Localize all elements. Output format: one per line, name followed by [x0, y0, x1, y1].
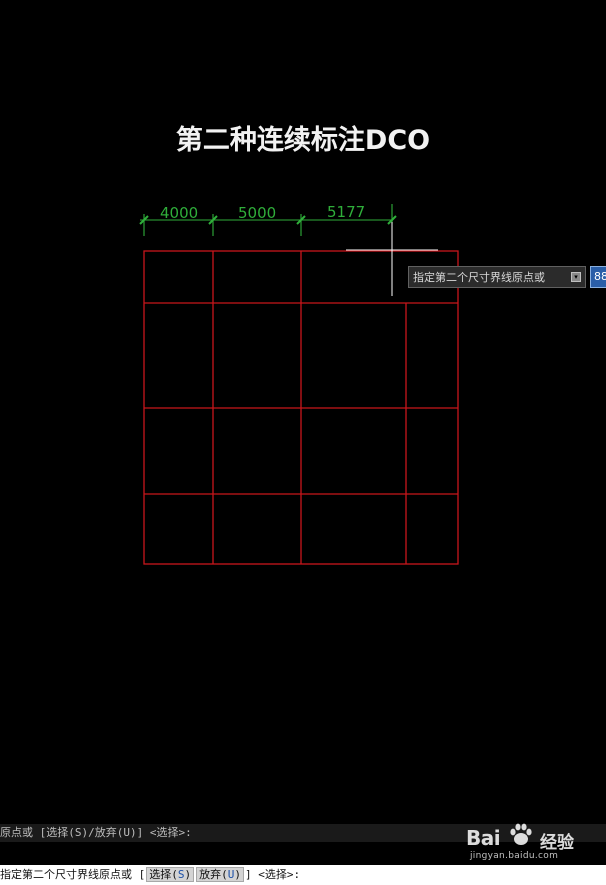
table-grid: [143, 250, 459, 565]
option-undo-button[interactable]: 放弃(U): [196, 867, 244, 882]
option-undo-close: ): [234, 868, 241, 881]
dynamic-input-field[interactable]: 88: [590, 266, 606, 288]
option-select-label: 选择(: [149, 868, 178, 881]
baidu-paw-icon: [510, 823, 532, 845]
dimension-label-3: 5177: [327, 203, 365, 221]
option-select-button[interactable]: 选择(S): [146, 867, 195, 882]
watermark-brand-text: Bai: [466, 826, 501, 850]
watermark-jingyan-text: 经验: [540, 833, 574, 853]
option-undo-label: 放弃(: [199, 868, 228, 881]
options-down-arrow-icon[interactable]: ▾: [571, 272, 581, 282]
command-prompt-suffix: ] <选择>:: [245, 868, 301, 881]
option-select-close: ): [184, 868, 192, 881]
continuous-dimension: 4000 5000 5177: [139, 203, 397, 236]
dimension-label-2: 5000: [238, 204, 276, 222]
tooltip-prompt-text: 指定第二个尺寸界线原点或: [413, 271, 545, 284]
dynamic-input-tooltip: 指定第二个尺寸界线原点或 ▾: [408, 266, 586, 288]
drawing-title: 第二种连续标注DCO: [175, 125, 431, 156]
watermark-url: jingyan.baidu.com: [470, 851, 559, 861]
baidu-jingyan-watermark: Bai 经验 jingyan.baidu.com: [466, 822, 606, 866]
command-prompt-prefix: 指定第二个尺寸界线原点或 [: [0, 868, 146, 881]
option-select-key: S: [177, 868, 185, 881]
command-line[interactable]: 指定第二个尺寸界线原点或 [选择(S) 放弃(U)] <选择>:: [0, 865, 606, 885]
dimension-label-1: 4000: [160, 204, 198, 222]
